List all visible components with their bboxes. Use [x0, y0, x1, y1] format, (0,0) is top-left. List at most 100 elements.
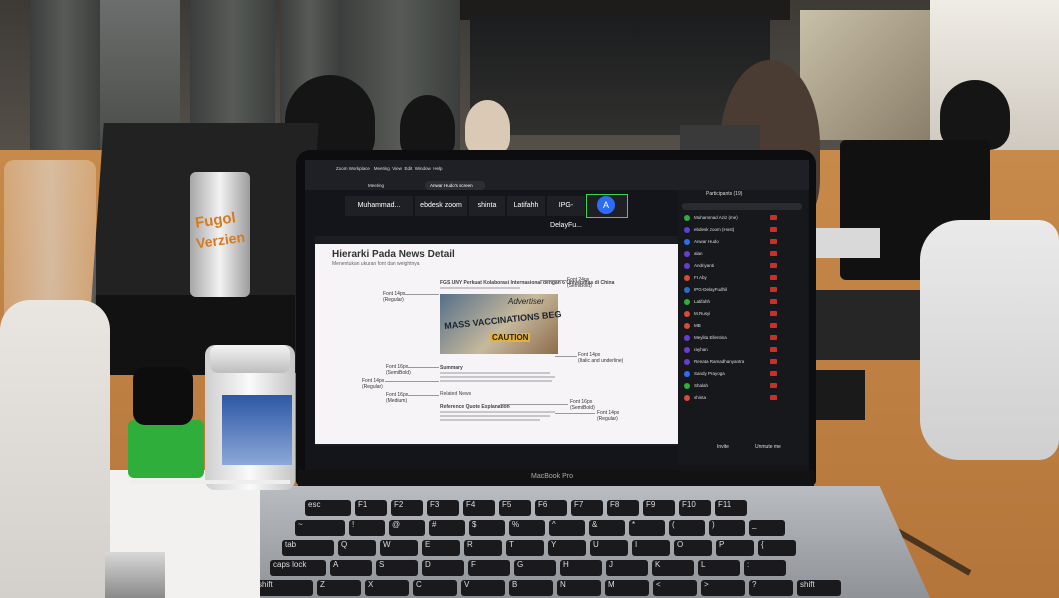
keyboard-key[interactable]: shift — [797, 580, 841, 596]
keyboard-key[interactable]: F3 — [427, 500, 459, 516]
muted-mic-icon[interactable] — [770, 335, 777, 340]
keyboard-key[interactable]: _ — [749, 520, 785, 536]
menu-item[interactable]: Help — [433, 166, 442, 171]
keyboard-key[interactable]: O — [674, 540, 712, 556]
participant-row[interactable]: Sandy Prayoga — [684, 369, 725, 378]
keyboard-key[interactable]: F10 — [679, 500, 711, 516]
muted-mic-icon[interactable] — [770, 227, 777, 232]
keyboard-key[interactable]: F1 — [355, 500, 387, 516]
menu-item[interactable]: View — [392, 166, 402, 171]
keyboard-key[interactable]: F — [468, 560, 510, 576]
keyboard-key[interactable]: L — [698, 560, 740, 576]
keyboard-key[interactable]: tab — [282, 540, 334, 556]
participant-row[interactable]: Andriyanti — [684, 261, 714, 270]
keyboard-key[interactable]: Y — [548, 540, 586, 556]
keyboard-key[interactable]: & — [589, 520, 625, 536]
participant-row[interactable]: Latifahh — [684, 297, 710, 306]
keyboard-key[interactable]: # — [429, 520, 465, 536]
keyboard-key[interactable]: G — [514, 560, 556, 576]
participant-row[interactable]: Meylita Ellentina — [684, 333, 727, 342]
keyboard-key[interactable]: R — [464, 540, 502, 556]
menu-item[interactable]: Window — [415, 166, 431, 171]
keyboard-key[interactable]: % — [509, 520, 545, 536]
keyboard-key[interactable]: F9 — [643, 500, 675, 516]
participant-tile[interactable]: shinta — [469, 196, 505, 216]
keyboard-key[interactable]: F2 — [391, 500, 423, 516]
keyboard-key[interactable]: F4 — [463, 500, 495, 516]
muted-mic-icon[interactable] — [770, 287, 777, 292]
keyboard-key[interactable]: ! — [349, 520, 385, 536]
keyboard-key[interactable]: E — [422, 540, 460, 556]
participant-row[interactable]: IPG-DelayFudhil — [684, 285, 727, 294]
keyboard-key[interactable]: W — [380, 540, 418, 556]
keyboard-key[interactable]: * — [629, 520, 665, 536]
invite-button[interactable]: Invite — [717, 444, 729, 450]
keyboard-key[interactable]: F7 — [571, 500, 603, 516]
keyboard-key[interactable]: S — [376, 560, 418, 576]
participants-search[interactable] — [682, 203, 802, 210]
keyboard-key[interactable]: D — [422, 560, 464, 576]
keyboard-key[interactable]: ? — [749, 580, 793, 596]
participant-row[interactable]: Renata Ramadhanyantra — [684, 357, 744, 366]
keyboard-key[interactable]: M — [605, 580, 649, 596]
participant-row[interactable]: ebdesk zoom (Host) — [684, 225, 734, 234]
keyboard-key[interactable]: $ — [469, 520, 505, 536]
keyboard-key[interactable]: I — [632, 540, 670, 556]
keyboard-key[interactable]: ( — [669, 520, 705, 536]
participant-tile[interactable]: ebdesk zoom — [415, 196, 467, 216]
keyboard-key[interactable]: F6 — [535, 500, 567, 516]
keyboard-key[interactable]: U — [590, 540, 628, 556]
menu-item[interactable]: Edit — [404, 166, 412, 171]
muted-mic-icon[interactable] — [770, 359, 777, 364]
keyboard-key[interactable]: H — [560, 560, 602, 576]
keyboard-key[interactable]: V — [461, 580, 505, 596]
muted-mic-icon[interactable] — [770, 239, 777, 244]
keyboard-key[interactable]: ^ — [549, 520, 585, 536]
keyboard-key[interactable]: J — [606, 560, 648, 576]
participant-row[interactable]: Muhammad Aziz (me) — [684, 213, 738, 222]
muted-mic-icon[interactable] — [770, 215, 777, 220]
muted-mic-icon[interactable] — [770, 311, 777, 316]
muted-mic-icon[interactable] — [770, 395, 777, 400]
keyboard-key[interactable]: ~ — [295, 520, 345, 536]
participant-row[interactable]: M.Rusyi — [684, 309, 710, 318]
keyboard-key[interactable]: > — [701, 580, 745, 596]
participant-row[interactable]: shinta — [684, 393, 706, 402]
participant-row[interactable]: alan — [684, 249, 703, 258]
keyboard-key[interactable]: C — [413, 580, 457, 596]
participant-row[interactable]: MB — [684, 321, 701, 330]
keyboard-key[interactable]: K — [652, 560, 694, 576]
muted-mic-icon[interactable] — [770, 383, 777, 388]
keyboard-key[interactable]: N — [557, 580, 601, 596]
muted-mic-icon[interactable] — [770, 251, 777, 256]
muted-mic-icon[interactable] — [770, 299, 777, 304]
keyboard-key[interactable]: ) — [709, 520, 745, 536]
participant-row[interactable]: Anwar Hudo — [684, 237, 719, 246]
muted-mic-icon[interactable] — [770, 275, 777, 280]
keyboard-key[interactable]: @ — [389, 520, 425, 536]
keyboard-key[interactable]: esc — [305, 500, 351, 516]
muted-mic-icon[interactable] — [770, 263, 777, 268]
keyboard-key[interactable]: F5 — [499, 500, 531, 516]
menu-item[interactable]: Meeting — [374, 166, 390, 171]
keyboard-key[interactable]: A — [330, 560, 372, 576]
participant-row[interactable]: rayhan — [684, 345, 708, 354]
participant-tile[interactable]: IPG-DelayFu... — [547, 196, 585, 229]
muted-mic-icon[interactable] — [770, 323, 777, 328]
keyboard-key[interactable]: P — [716, 540, 754, 556]
muted-mic-icon[interactable] — [770, 347, 777, 352]
keyboard-key[interactable]: B — [509, 580, 553, 596]
keyboard-key[interactable]: shift — [255, 580, 313, 596]
keyboard-key[interactable]: F8 — [607, 500, 639, 516]
participant-tile[interactable]: Muhammad... — [345, 196, 413, 216]
muted-mic-icon[interactable] — [770, 371, 777, 376]
keyboard-key[interactable]: T — [506, 540, 544, 556]
keyboard-key[interactable]: { — [758, 540, 796, 556]
app-name[interactable]: Zoom Workplace — [336, 166, 370, 171]
keyboard-key[interactable]: : — [744, 560, 786, 576]
participant-row[interactable]: FI Aby — [684, 273, 707, 282]
participant-tile[interactable]: Latifahh — [507, 196, 545, 216]
keyboard-key[interactable]: caps lock — [270, 560, 326, 576]
unmute-button[interactable]: Unmute me — [755, 444, 781, 450]
keyboard-key[interactable]: Q — [338, 540, 376, 556]
